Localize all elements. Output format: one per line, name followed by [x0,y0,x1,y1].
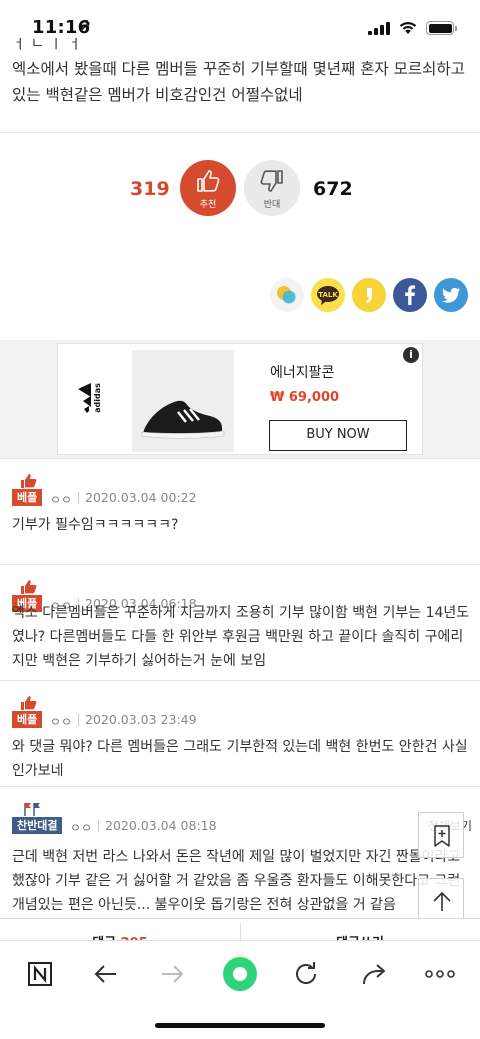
product-name[interactable]: 에너지팔콘 [270,362,334,382]
thumbs-up-icon [21,474,37,488]
svg-text:TALK: TALK [318,291,338,299]
buy-now-button[interactable]: BUY NOW [269,420,407,451]
forward-button[interactable] [152,954,192,994]
comment-meta: 베플 ㅇㅇ 2020.03.04 00:22 [12,473,472,509]
comment-meta: 베플 ㅇㅇ 2020.03.03 23:49 [12,695,472,731]
battery-icon [426,21,457,35]
share-icon [363,964,385,985]
downvote-label: 반대 [263,200,281,210]
comment-date: 2020.03.04 00:22 [85,490,197,505]
twitter-icon[interactable] [434,278,468,312]
comment-meta: 찬반대결 ㅇㅇ 2020.03.04 08:18 전체보기 [12,801,472,837]
comment-badge: 베플 [12,489,43,506]
forward-icon [162,965,184,983]
meta-separator [78,492,79,504]
comment-date: 2020.03.03 23:49 [85,712,197,727]
more-button[interactable] [420,954,460,994]
comment-author[interactable]: ㅇㅇ [50,491,72,508]
more-icon [425,970,455,978]
upvote-label: 추천 [199,200,217,210]
back-icon [94,965,116,983]
meta-separator [78,714,79,726]
flag-icon [24,803,40,816]
upvote-button[interactable]: 추천 [180,160,236,216]
ad-banner[interactable]: adidas 에너지팔콘 ₩ 69,000 BUY NOW i [57,343,423,455]
comment-item: 베플 ㅇㅇ 2020.03.04 06:18 엑소 다른멤버들은 꾸준하게 지금… [0,564,480,680]
facebook-icon[interactable] [393,278,427,312]
product-image[interactable] [132,350,234,452]
comment-text: 기부가 필수임ㅋㅋㅋㅋㅋㅋ? [12,517,179,533]
band-icon[interactable] [352,278,386,312]
comment-text: 와 댓글 뭐야? 다른 멤버들은 그래도 기부한적 있는데 백현 한번도 안한건… [12,739,468,779]
comment-author[interactable]: ㅇㅇ [70,819,92,836]
bookmark-add-button[interactable] [418,812,464,858]
naver-home-button[interactable] [20,954,60,994]
shoe-icon [141,400,225,439]
divider [0,132,480,133]
meta-separator [98,820,99,832]
comment-item: 베플 ㅇㅇ 2020.03.04 00:22 기부가 필수임ㅋㅋㅋㅋㅋㅋ? [0,458,480,564]
comment-badge: 찬반대결 [12,817,63,834]
svg-text:adidas: adidas [93,383,102,413]
comment-item: 베플 ㅇㅇ 2020.03.03 23:49 와 댓글 뭐야? 다른 멤버들은 … [0,680,480,786]
comment-date: 2020.03.04 08:18 [105,818,217,833]
write-comment-button[interactable]: 댓글쓰기 [240,919,480,940]
thumbs-up-icon [21,580,37,594]
green-dot-icon [223,957,257,991]
share-bar: TALK [270,278,468,312]
comment-item: 찬반대결 ㅇㅇ 2020.03.04 08:18 전체보기 근데 백현 저번 라… [0,786,480,918]
thumbs-down-icon [260,170,283,192]
thumbs-up-icon [197,170,220,192]
share-button[interactable] [354,954,394,994]
refresh-button[interactable] [286,954,326,994]
downvote-count: 672 [313,178,353,200]
kakaostory-icon[interactable] [270,278,304,312]
status-icons [368,21,457,35]
naver-green-dot-button[interactable] [220,954,260,994]
ad-info-icon[interactable]: i [403,347,419,363]
bookmark-add-icon [434,825,450,847]
product-price: ₩ 69,000 [270,390,340,405]
thumbs-up-icon [21,696,37,710]
vote-section: 319 추천 반대 672 [0,158,480,218]
comment-badge: 베플 [12,711,43,728]
comment-text: 엑소 다른멤버들은 꾸준하게 지금까지 조용히 기부 많이함 백현 기부는 14… [12,605,470,669]
comment-author[interactable]: ㅇㅇ [50,713,72,730]
article-cut-line: ㅓ ㄴ ㅣ ㅓ [12,38,82,50]
article-text: 엑소에서 봤을때 다른 멤버들 꾸준히 기부할때 몇년째 혼자 모르쇠하고있는 … [12,60,465,104]
back-button[interactable] [86,954,126,994]
refresh-icon [296,962,316,984]
write-comment-label: 댓글쓰기 [240,932,480,940]
downvote-button[interactable]: 반대 [244,160,300,216]
scroll-top-icon [433,891,451,911]
naver-icon [28,962,52,986]
adidas-logo: adidas [78,383,102,413]
home-indicator [155,1023,325,1028]
comment-text: 근데 백현 저번 라스 나와서 돈은 작년에 제일 많이 벌었지만 자긴 짠돌이… [12,849,461,913]
wifi-icon [399,22,417,34]
comment-action-bar: 댓글 295 댓글쓰기 [0,918,480,940]
upvote-count: 319 [130,178,170,200]
comment-count-button[interactable]: 댓글 295 [0,919,240,940]
cellular-signal-icon [368,21,390,35]
location-arrow-icon: ➚ [80,18,92,34]
kakaotalk-icon[interactable]: TALK [311,278,345,312]
